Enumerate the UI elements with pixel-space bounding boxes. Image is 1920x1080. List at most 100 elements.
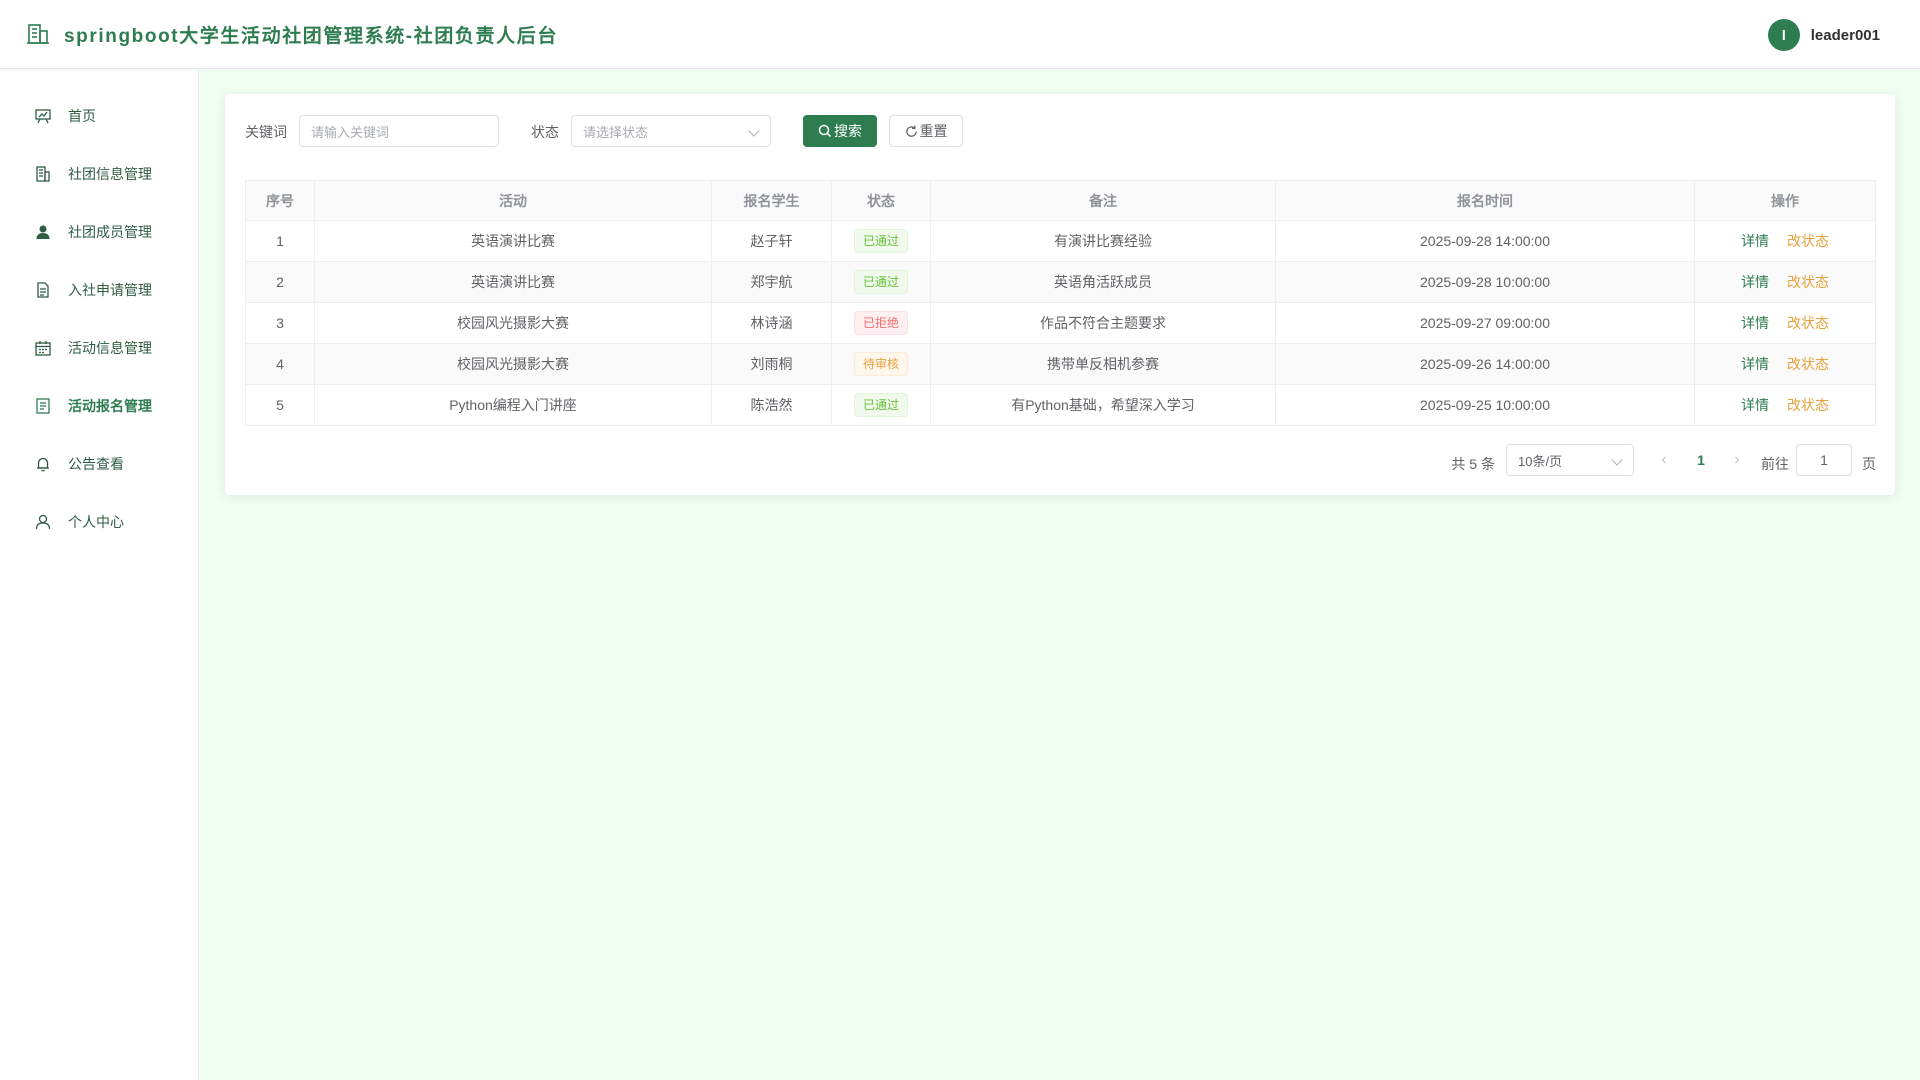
sidebar-item-profile[interactable]: 个人中心 [0,493,198,551]
chevron-down-icon [748,125,760,137]
page-size-select[interactable]: 10条/页 [1506,444,1634,476]
search-button[interactable]: 搜索 [803,115,877,147]
change-status-link[interactable]: 改状态 [1787,356,1829,372]
chevron-down-icon [1611,454,1623,466]
table-header-row: 序号 活动 报名学生 状态 备注 报名时间 操作 [245,180,1876,221]
column-header-actions: 操作 [1694,180,1876,221]
sidebar-item-announcements[interactable]: 公告查看 [0,435,198,493]
bell-icon [34,455,52,473]
cell-activity: 英语演讲比赛 [314,220,712,262]
sidebar-item-join-requests[interactable]: 入社申请管理 [0,261,198,319]
status-badge: 已通过 [853,229,908,253]
top-header: springboot大学生活动社团管理系统-社团负责人后台 l leader00… [0,0,1920,69]
reset-button-label: 重置 [919,123,948,139]
avatar[interactable]: l [1767,19,1800,51]
prev-page-icon[interactable]: ‹ [1657,451,1671,468]
sidebar-item-home[interactable]: 首页 [0,87,198,145]
cell-note: 作品不符合主题要求 [930,302,1276,344]
detail-link[interactable]: 详情 [1741,356,1769,372]
cell-student: 陈浩然 [711,384,832,426]
cell-activity: 英语演讲比赛 [314,261,712,303]
detail-link[interactable]: 详情 [1741,233,1769,249]
cell-activity: Python编程入门讲座 [314,384,712,426]
cell-time: 2025-09-25 10:00:00 [1275,384,1695,426]
table-row: 2 英语演讲比赛 郑宇航 已通过 英语角活跃成员 2025-09-28 10:0… [245,261,1876,303]
building-icon [26,22,50,46]
change-status-link[interactable]: 改状态 [1787,233,1829,249]
keyword-label: 关键词 [245,124,287,140]
goto-label: 前往 [1761,456,1789,472]
change-status-link[interactable]: 改状态 [1787,397,1829,413]
registration-card: 关键词 请输入关键词 状态 请选择状态 搜索 重置 序号 活动 报名学生 状态 … [225,94,1895,495]
page-suffix: 页 [1862,456,1876,472]
user-filled-icon [34,223,52,241]
cell-student: 赵子轩 [711,220,832,262]
cell-note: 英语角活跃成员 [930,261,1276,303]
chart-board-icon [34,107,52,125]
cell-index: 5 [245,384,315,426]
cell-note: 有Python基础，希望深入学习 [930,384,1276,426]
cell-status: 已拒绝 [831,302,931,344]
main-content: 关键词 请输入关键词 状态 请选择状态 搜索 重置 序号 活动 报名学生 状态 … [200,70,1920,1080]
sidebar-item-members[interactable]: 社团成员管理 [0,203,198,261]
tickets-icon [34,397,52,415]
cell-actions: 详情 改状态 [1694,384,1876,426]
cell-index: 4 [245,343,315,385]
cell-activity: 校园风光摄影大赛 [314,302,712,344]
cell-time: 2025-09-27 09:00:00 [1275,302,1695,344]
detail-link[interactable]: 详情 [1741,274,1769,290]
sidebar-item-club-info[interactable]: 社团信息管理 [0,145,198,203]
detail-link[interactable]: 详情 [1741,397,1769,413]
calendar-icon [34,339,52,357]
cell-index: 3 [245,302,315,344]
sidebar-item-activities[interactable]: 活动信息管理 [0,319,198,377]
cell-actions: 详情 改状态 [1694,261,1876,303]
sidebar-item-label: 社团成员管理 [68,224,152,240]
cell-student: 林诗涵 [711,302,832,344]
cell-note: 携带单反相机参赛 [930,343,1276,385]
sidebar-item-label: 活动信息管理 [68,340,152,356]
search-button-label: 搜索 [834,123,862,139]
building-icon [34,165,52,183]
keyword-input[interactable]: 请输入关键词 [299,115,499,147]
status-placeholder: 请选择状态 [583,124,649,140]
column-header-note: 备注 [930,180,1276,221]
cell-actions: 详情 改状态 [1694,302,1876,344]
detail-link[interactable]: 详情 [1741,315,1769,331]
table-row: 3 校园风光摄影大赛 林诗涵 已拒绝 作品不符合主题要求 2025-09-27 … [245,302,1876,344]
column-header-status: 状态 [831,180,931,221]
table-row: 1 英语演讲比赛 赵子轩 已通过 有演讲比赛经验 2025-09-28 14:0… [245,220,1876,262]
change-status-link[interactable]: 改状态 [1787,315,1829,331]
change-status-link[interactable]: 改状态 [1787,274,1829,290]
table-row: 4 校园风光摄影大赛 刘雨桐 待审核 携带单反相机参赛 2025-09-26 1… [245,343,1876,385]
user-menu[interactable]: l leader001 [1767,19,1880,51]
table-row: 5 Python编程入门讲座 陈浩然 已通过 有Python基础，希望深入学习 … [245,384,1876,426]
registration-table: 序号 活动 报名学生 状态 备注 报名时间 操作 1 英语演讲比赛 赵子轩 已通… [245,180,1876,426]
goto-page-input[interactable]: 1 [1796,444,1852,476]
column-header-student: 报名学生 [711,180,832,221]
sidebar-item-label: 个人中心 [68,514,124,530]
sidebar-item-registrations[interactable]: 活动报名管理 [0,377,198,435]
search-icon [818,124,832,138]
cell-status: 已通过 [831,220,931,262]
sidebar-item-label: 入社申请管理 [68,282,152,298]
next-page-icon[interactable]: › [1730,451,1744,468]
cell-note: 有演讲比赛经验 [930,220,1276,262]
app-title: springboot大学生活动社团管理系统-社团负责人后台 [64,25,558,47]
status-badge: 待审核 [853,352,908,376]
page-size-value: 10条/页 [1518,453,1563,469]
reset-button[interactable]: 重置 [889,115,963,147]
sidebar-item-label: 活动报名管理 [68,398,152,414]
username[interactable]: leader001 [1811,27,1880,44]
page-number-current[interactable]: 1 [1688,445,1714,475]
cell-index: 1 [245,220,315,262]
cell-status: 待审核 [831,343,931,385]
column-header-activity: 活动 [314,180,712,221]
cell-index: 2 [245,261,315,303]
brand: springboot大学生活动社团管理系统-社团负责人后台 [26,21,558,48]
cell-activity: 校园风光摄影大赛 [314,343,712,385]
cell-time: 2025-09-28 10:00:00 [1275,261,1695,303]
status-label: 状态 [531,124,559,140]
status-select[interactable]: 请选择状态 [571,115,771,147]
cell-actions: 详情 改状态 [1694,343,1876,385]
